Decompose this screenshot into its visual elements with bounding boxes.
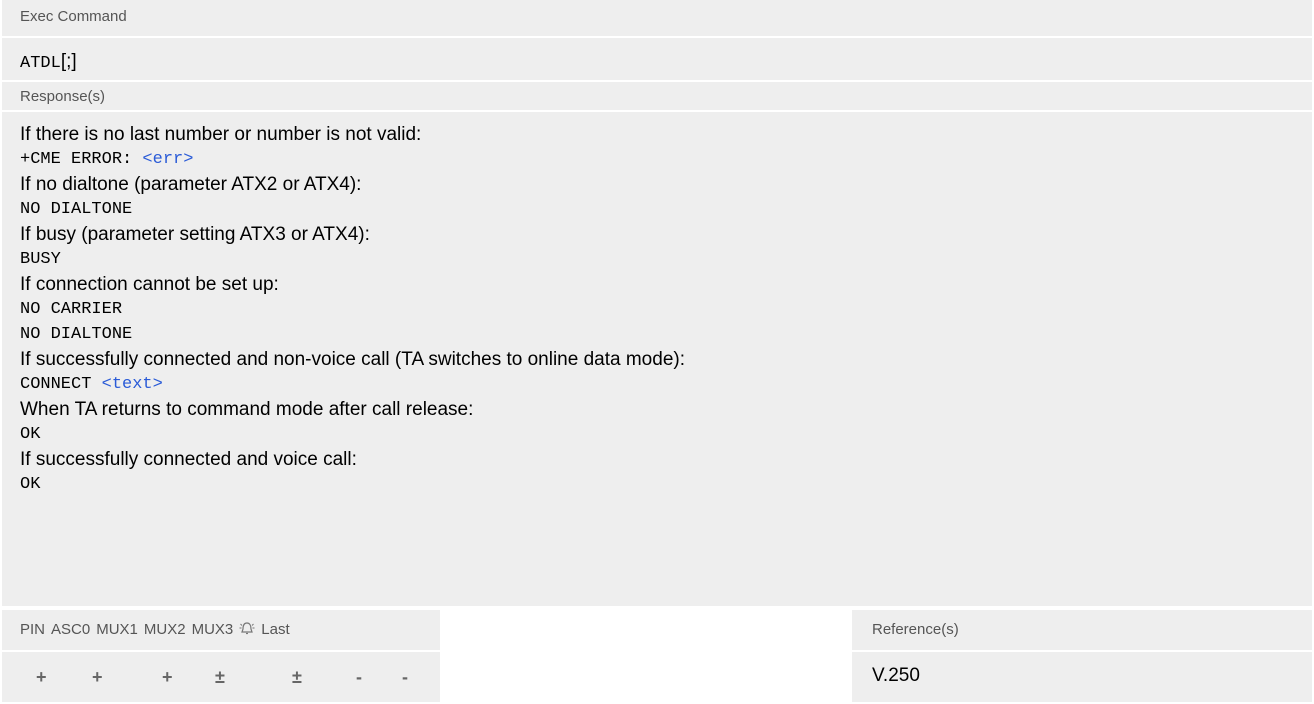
reference-value: V.250 — [872, 665, 920, 686]
response-line: NO CARRIER — [20, 300, 123, 319]
exec-command-syntax: ATDL[;] — [2, 38, 1312, 80]
header-mux1: MUX1 — [96, 621, 138, 638]
exec-command-label: Exec Command — [2, 0, 1312, 36]
responses-body: If there is no last number or number is … — [2, 112, 1312, 606]
ringing-icon — [239, 610, 255, 650]
response-line: If busy (parameter setting ATX3 or ATX4)… — [20, 224, 370, 245]
response-line: NO DIALTONE — [20, 325, 133, 344]
command-name: ATDL — [20, 54, 61, 73]
value-mux3: ± — [292, 667, 302, 687]
pin-table-values: + + + ± ± - - — [2, 652, 440, 702]
reference-values: V.250 — [852, 652, 1312, 702]
err-parameter-link[interactable]: <err> — [142, 150, 193, 169]
pin-table-header: PIN ASC0 MUX1 MUX2 MUX3 Last — [2, 610, 440, 650]
response-line: If connection cannot be set up: — [20, 274, 279, 295]
response-line: If no dialtone (parameter ATX2 or ATX4): — [20, 174, 362, 195]
value-pin: + — [36, 667, 47, 687]
response-line: OK — [20, 475, 41, 494]
response-line: CONNECT <text> — [20, 375, 163, 394]
response-line: BUSY — [20, 250, 61, 269]
response-line: If successfully connected and voice call… — [20, 449, 357, 470]
value-last: - — [402, 667, 408, 687]
value-mux1: + — [162, 667, 173, 687]
value-ringing: - — [356, 667, 362, 687]
response-line: +CME ERROR: <err> — [20, 150, 194, 169]
reference-header: Reference(s) — [852, 610, 1312, 650]
value-mux2: ± — [215, 667, 225, 687]
reference-label: Reference(s) — [872, 621, 959, 638]
command-option: [;] — [60, 51, 77, 72]
response-line: OK — [20, 425, 41, 444]
response-line: If successfully connected and non-voice … — [20, 349, 685, 370]
responses-label: Response(s) — [2, 82, 1312, 110]
header-pin: PIN — [20, 621, 46, 638]
response-line: NO DIALTONE — [20, 200, 133, 219]
text-parameter-link[interactable]: <text> — [102, 375, 163, 394]
at-command-page: Exec Command ATDL[;] Response(s) If ther… — [0, 0, 1314, 704]
response-line: When TA returns to command mode after ca… — [20, 399, 474, 420]
header-mux2: MUX2 — [143, 621, 186, 638]
header-asc0: ASC0 — [51, 621, 91, 638]
header-mux3: MUX3 — [191, 621, 234, 638]
header-last: Last — [261, 621, 290, 638]
value-asc0: + — [92, 667, 103, 687]
response-line: If there is no last number or number is … — [20, 124, 422, 145]
